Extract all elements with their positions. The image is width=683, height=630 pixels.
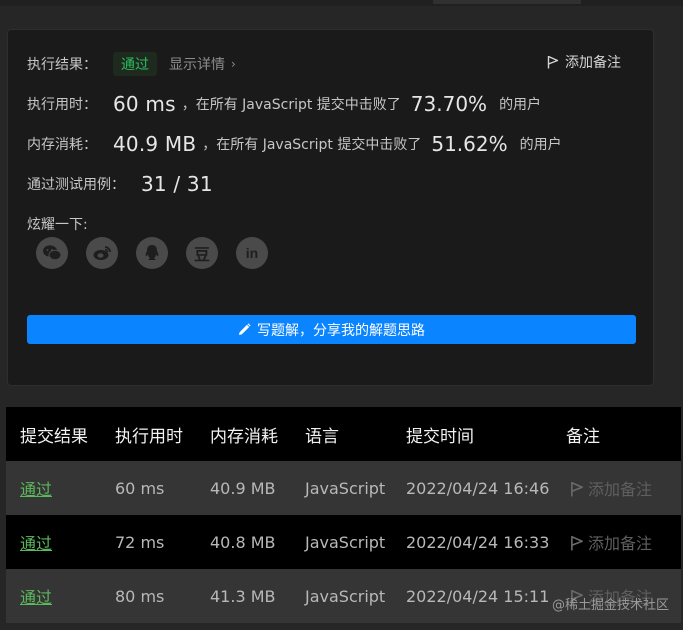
submissions-table: 提交结果 执行用时 内存消耗 语言 提交时间 备注 通过 60 ms 40.9 … xyxy=(6,407,681,623)
show-details-label: 显示详情 xyxy=(169,57,225,73)
header-note: 备注 xyxy=(566,426,600,447)
row-runtime: 72 ms xyxy=(115,532,165,552)
row-language: JavaScript xyxy=(305,478,386,498)
row-add-note-label: 添加备注 xyxy=(588,534,653,553)
share-icons: 豆 in xyxy=(36,237,268,269)
flag-icon xyxy=(570,535,583,551)
add-note-label: 添加备注 xyxy=(565,55,621,71)
row-time: 2022/04/24 16:46 xyxy=(406,478,550,498)
share-label: 炫耀一下: xyxy=(27,217,88,233)
weibo-icon[interactable] xyxy=(86,237,118,269)
memory-label: 内存消耗： xyxy=(27,137,97,153)
linkedin-glyph: in xyxy=(245,245,259,261)
row-language: JavaScript xyxy=(305,586,386,606)
row-status-link[interactable]: 通过 xyxy=(20,584,52,608)
row-add-note-label: 添加备注 xyxy=(588,480,653,499)
exec-result-label: 执行结果： xyxy=(27,57,97,73)
runtime-percent: 73.70% xyxy=(410,92,488,116)
row-language: JavaScript xyxy=(305,532,386,552)
show-details-link[interactable]: 显示详情 › xyxy=(169,54,236,74)
flag-icon xyxy=(547,55,559,69)
qq-icon[interactable] xyxy=(136,237,168,269)
result-card: 执行结果： 通过 显示详情 › 添加备注 执行用时： 60 ms ，在所有 Ja… xyxy=(7,29,654,386)
runtime-middle-text: ，在所有 JavaScript 提交中击败了 xyxy=(181,97,401,113)
memory-value: 40.9 MB xyxy=(113,132,197,156)
runtime-value: 60 ms xyxy=(113,92,176,116)
row-status-link[interactable]: 通过 xyxy=(20,476,52,500)
douban-icon[interactable]: 豆 xyxy=(186,237,218,269)
header-language: 语言 xyxy=(305,426,339,447)
pencil-icon xyxy=(238,323,251,336)
exec-result-row: 执行结果： 通过 显示详情 › xyxy=(27,52,236,76)
row-memory: 40.9 MB xyxy=(210,478,276,498)
table-row: 通过 72 ms 40.8 MB JavaScript 2022/04/24 1… xyxy=(6,515,681,569)
write-solution-button[interactable]: 写题解，分享我的解题思路 xyxy=(27,315,636,344)
top-bar xyxy=(0,0,683,6)
tests-value: 31 / 31 xyxy=(141,172,213,196)
chevron-right-icon: › xyxy=(231,57,236,71)
flag-icon xyxy=(570,481,583,497)
row-memory: 40.8 MB xyxy=(210,532,276,552)
runtime-label: 执行用时： xyxy=(27,97,97,113)
add-note-button[interactable]: 添加备注 xyxy=(547,52,621,72)
wechat-icon[interactable] xyxy=(36,237,68,269)
memory-middle-text: ，在所有 JavaScript 提交中击败了 xyxy=(202,137,422,153)
row-runtime: 80 ms xyxy=(115,586,165,606)
runtime-suffix: 的用户 xyxy=(499,97,542,113)
row-status-link[interactable]: 通过 xyxy=(20,530,52,554)
write-solution-label: 写题解，分享我的解题思路 xyxy=(257,322,425,339)
header-memory: 内存消耗 xyxy=(210,426,278,447)
top-tab-indicator xyxy=(433,0,581,4)
header-status: 提交结果 xyxy=(20,426,88,447)
douban-glyph: 豆 xyxy=(193,245,210,264)
row-add-note-button[interactable]: 添加备注 xyxy=(570,530,652,554)
runtime-row: 执行用时： 60 ms ，在所有 JavaScript 提交中击败了 73.70… xyxy=(27,92,541,116)
memory-suffix: 的用户 xyxy=(519,137,562,153)
table-row: 通过 60 ms 40.9 MB JavaScript 2022/04/24 1… xyxy=(6,461,681,515)
pass-badge: 通过 xyxy=(113,52,157,76)
linkedin-icon[interactable]: in xyxy=(236,237,268,269)
row-runtime: 60 ms xyxy=(115,478,165,498)
row-memory: 41.3 MB xyxy=(210,586,276,606)
row-time: 2022/04/24 15:11 xyxy=(406,586,550,606)
header-time: 提交时间 xyxy=(406,426,474,447)
row-time: 2022/04/24 16:33 xyxy=(406,532,550,552)
memory-row: 内存消耗： 40.9 MB ，在所有 JavaScript 提交中击败了 51.… xyxy=(27,132,562,156)
header-runtime: 执行用时 xyxy=(115,426,183,447)
row-add-note-button[interactable]: 添加备注 xyxy=(570,476,652,500)
watermark: @稀土掘金技术社区 xyxy=(551,598,669,613)
memory-percent: 51.62% xyxy=(431,132,508,156)
tests-label: 通过测试用例： xyxy=(27,177,125,193)
tests-row: 通过测试用例： 31 / 31 xyxy=(27,172,213,196)
table-header: 提交结果 执行用时 内存消耗 语言 提交时间 备注 xyxy=(6,407,681,461)
